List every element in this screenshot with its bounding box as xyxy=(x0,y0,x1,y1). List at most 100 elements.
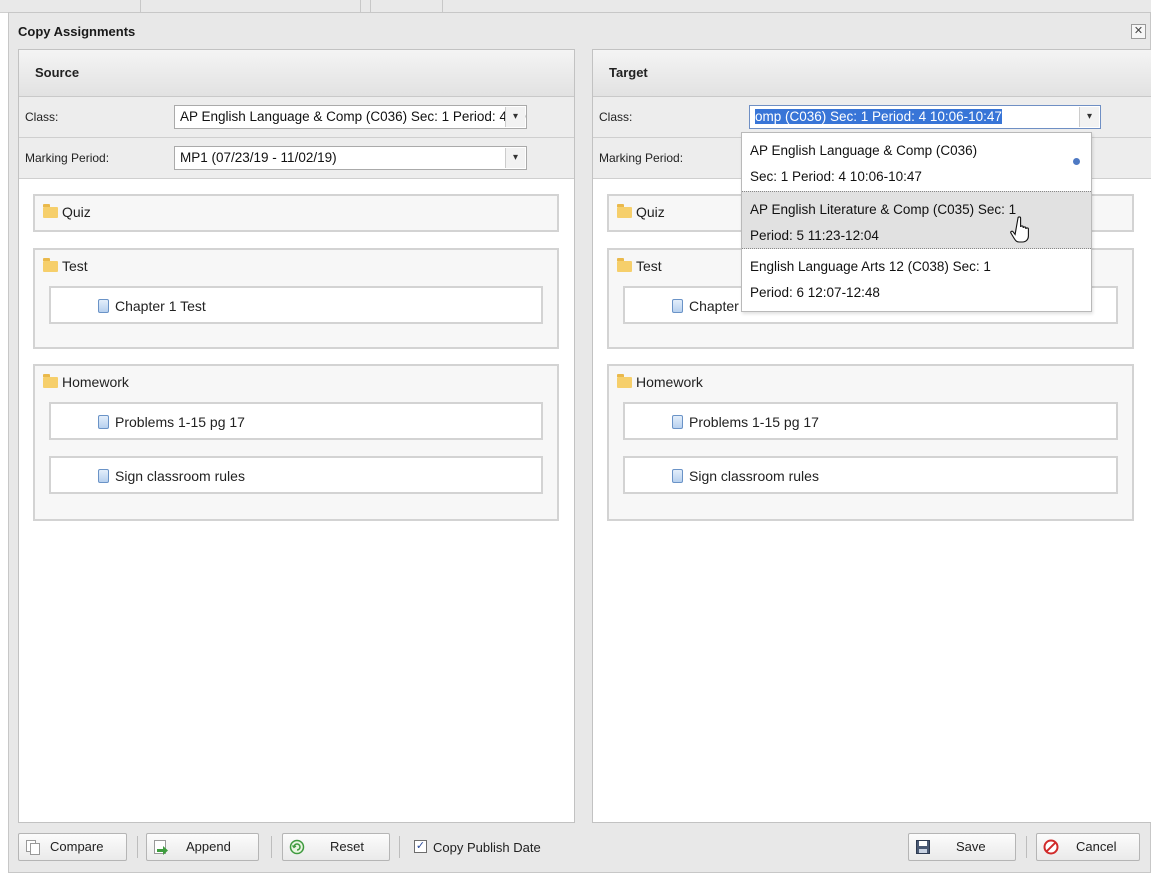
group-header: Homework xyxy=(617,374,703,390)
chevron-down-icon[interactable]: ▾ xyxy=(505,148,525,168)
cancel-button[interactable]: Cancel xyxy=(1036,833,1140,861)
target-header: Target xyxy=(593,50,1151,97)
source-class-row: Class: AP English Language & Comp (C036)… xyxy=(19,97,574,138)
dropdown-option-c038[interactable]: English Language Arts 12 (C038) Sec: 1 P… xyxy=(742,249,1091,307)
copy-publish-date-label: Copy Publish Date xyxy=(433,840,541,855)
background-segment xyxy=(370,0,443,12)
checkbox-check-icon: ✓ xyxy=(415,840,426,852)
append-label: Append xyxy=(186,839,231,854)
source-assignment-item[interactable]: Sign classroom rules xyxy=(49,456,543,494)
assignment-label: Problems 1-15 pg 17 xyxy=(98,413,245,430)
close-icon[interactable]: ✕ xyxy=(1131,24,1146,39)
source-group-test[interactable]: Test Chapter 1 Test xyxy=(33,248,559,349)
document-icon xyxy=(98,415,109,429)
dropdown-option-c035[interactable]: AP English Literature & Comp (C035) Sec:… xyxy=(742,191,1091,249)
target-class-value: omp (C036) Sec: 1 Period: 4 10:06-10:47 xyxy=(755,109,1002,124)
assignment-name: Sign classroom rules xyxy=(689,468,819,484)
source-header: Source xyxy=(19,50,574,97)
folder-icon xyxy=(43,204,58,218)
compare-label: Compare xyxy=(50,839,104,854)
document-icon xyxy=(672,415,683,429)
dialog-toolbar: Compare Append Reset ✓ Copy Publish Date… xyxy=(9,825,1150,872)
source-marking-period-value: MP1 (07/23/19 - 11/02/19) xyxy=(180,150,337,165)
target-marking-period-label: Marking Period: xyxy=(599,151,684,165)
folder-icon xyxy=(617,204,632,218)
folder-icon xyxy=(43,258,58,272)
source-panel: Source Class: AP English Language & Comp… xyxy=(18,49,575,823)
source-class-value: AP English Language & Comp (C036) Sec: 1… xyxy=(180,109,526,124)
option-line-1: English Language Arts 12 (C038) Sec: 1 xyxy=(750,259,991,274)
save-label: Save xyxy=(956,839,986,854)
source-marking-period-label: Marking Period: xyxy=(25,151,110,165)
group-header: Test xyxy=(43,258,88,274)
source-class-select[interactable]: AP English Language & Comp (C036) Sec: 1… xyxy=(174,105,527,129)
selected-dot-icon xyxy=(1073,158,1080,165)
copy-publish-date-checkbox[interactable]: ✓ xyxy=(414,840,427,853)
append-icon xyxy=(154,840,168,855)
document-icon xyxy=(672,469,683,483)
group-header: Quiz xyxy=(43,204,91,220)
append-button[interactable]: Append xyxy=(146,833,259,861)
target-group-homework[interactable]: Homework Problems 1-15 pg 17 Sign classr… xyxy=(607,364,1134,521)
assignment-name: Problems 1-15 pg 17 xyxy=(689,414,819,430)
folder-icon xyxy=(617,374,632,388)
dialog-title: Copy Assignments xyxy=(18,24,136,39)
reset-icon xyxy=(289,839,305,855)
save-icon xyxy=(916,840,930,854)
assignment-label: Chapter xyxy=(672,297,739,314)
reset-label: Reset xyxy=(330,839,364,854)
dropdown-option-c036[interactable]: AP English Language & Comp (C036) Sec: 1… xyxy=(742,133,1091,191)
assignment-name: Sign classroom rules xyxy=(115,468,245,484)
assignment-name: Problems 1-15 pg 17 xyxy=(115,414,245,430)
option-line-2: Sec: 1 Period: 4 10:06-10:47 xyxy=(750,169,922,184)
toolbar-divider xyxy=(271,836,272,858)
chevron-down-icon[interactable]: ▾ xyxy=(1079,107,1099,127)
background-segment xyxy=(140,0,361,12)
document-icon xyxy=(98,469,109,483)
group-name: Test xyxy=(62,258,88,274)
source-group-quiz[interactable]: Quiz xyxy=(33,194,559,232)
target-assignment-item[interactable]: Problems 1-15 pg 17 xyxy=(623,402,1118,440)
folder-icon xyxy=(43,374,58,388)
assignment-name: Chapter xyxy=(689,298,739,314)
reset-button[interactable]: Reset xyxy=(282,833,390,861)
group-header: Test xyxy=(617,258,662,274)
target-assignment-item[interactable]: Sign classroom rules xyxy=(623,456,1118,494)
assignment-label: Sign classroom rules xyxy=(672,467,819,484)
group-name: Quiz xyxy=(62,204,91,220)
assignment-name: Chapter 1 Test xyxy=(115,298,206,314)
folder-icon xyxy=(617,258,632,272)
group-name: Quiz xyxy=(636,204,665,220)
option-line-2: Period: 6 12:07-12:48 xyxy=(750,285,880,300)
save-button[interactable]: Save xyxy=(908,833,1016,861)
background-segment xyxy=(0,0,141,12)
group-header: Homework xyxy=(43,374,129,390)
document-icon xyxy=(672,299,683,313)
assignment-label: Problems 1-15 pg 17 xyxy=(672,413,819,430)
toolbar-divider xyxy=(1026,836,1027,858)
compare-button[interactable]: Compare xyxy=(18,833,127,861)
dialog-titlebar: Copy Assignments ✕ xyxy=(9,13,1150,51)
target-class-dropdown-list: AP English Language & Comp (C036) Sec: 1… xyxy=(741,132,1092,312)
group-header: Quiz xyxy=(617,204,665,220)
group-name: Homework xyxy=(636,374,703,390)
source-marking-period-row: Marking Period: MP1 (07/23/19 - 11/02/19… xyxy=(19,138,574,179)
compare-icon xyxy=(26,840,40,855)
document-icon xyxy=(98,299,109,313)
group-name: Test xyxy=(636,258,662,274)
source-group-homework[interactable]: Homework Problems 1-15 pg 17 Sign classr… xyxy=(33,364,559,521)
chevron-down-icon[interactable]: ▾ xyxy=(505,107,525,127)
source-assignment-item[interactable]: Chapter 1 Test xyxy=(49,286,543,324)
toolbar-divider xyxy=(399,836,400,858)
assignment-label: Chapter 1 Test xyxy=(98,297,206,314)
source-marking-period-select[interactable]: MP1 (07/23/19 - 11/02/19) ▾ xyxy=(174,146,527,170)
assignment-label: Sign classroom rules xyxy=(98,467,245,484)
toolbar-divider xyxy=(137,836,138,858)
cancel-icon xyxy=(1043,839,1059,855)
option-line-1: AP English Language & Comp (C036) xyxy=(750,143,978,158)
target-class-select[interactable]: omp (C036) Sec: 1 Period: 4 10:06-10:47 … xyxy=(749,105,1101,129)
target-class-label: Class: xyxy=(599,110,633,124)
cancel-label: Cancel xyxy=(1076,839,1117,854)
source-class-label: Class: xyxy=(25,110,59,124)
source-assignment-item[interactable]: Problems 1-15 pg 17 xyxy=(49,402,543,440)
